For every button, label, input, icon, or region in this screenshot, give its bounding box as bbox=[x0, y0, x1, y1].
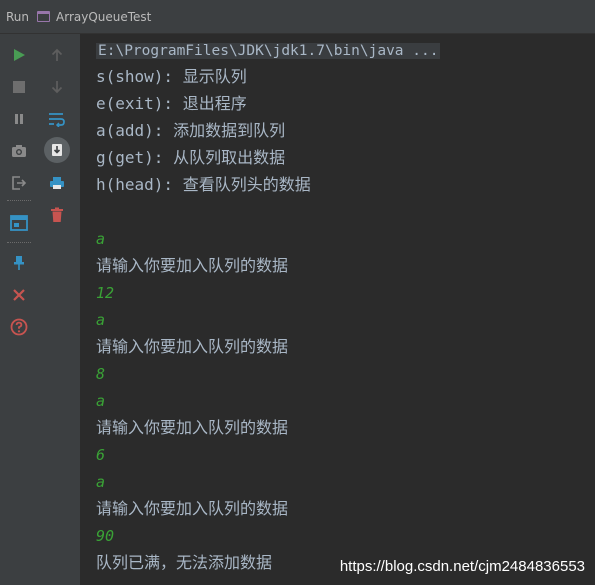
user-input-line: a bbox=[96, 230, 106, 248]
toolbar-separator bbox=[7, 200, 31, 201]
output-line: 请输入你要加入队列的数据 bbox=[96, 418, 289, 437]
run-icon[interactable] bbox=[6, 42, 32, 68]
pause-icon[interactable] bbox=[6, 106, 32, 132]
scroll-to-end-icon[interactable] bbox=[44, 137, 70, 163]
output-line: 请输入你要加入队列的数据 bbox=[96, 337, 289, 356]
console-output[interactable]: E:\ProgramFiles\JDK\jdk1.7\bin\java ... … bbox=[80, 34, 595, 585]
camera-icon[interactable] bbox=[6, 138, 32, 164]
user-input-line: a bbox=[96, 392, 106, 410]
watermark-url: https://blog.csdn.net/cjm2484836553 bbox=[339, 558, 585, 575]
pin-icon[interactable] bbox=[6, 250, 32, 276]
arrow-up-icon[interactable] bbox=[44, 42, 70, 68]
user-input-line: a bbox=[96, 473, 106, 491]
command-line: E:\ProgramFiles\JDK\jdk1.7\bin\java ... bbox=[96, 39, 441, 62]
toolbar-separator bbox=[7, 242, 31, 243]
menu-item: g(get): 从队列取出数据 bbox=[96, 148, 286, 167]
java-command[interactable]: E:\ProgramFiles\JDK\jdk1.7\bin\java ... bbox=[96, 43, 441, 59]
help-icon[interactable] bbox=[6, 314, 32, 340]
menu-item: s(show): 显示队列 bbox=[96, 67, 247, 86]
run-tab-label[interactable]: Run bbox=[6, 10, 29, 24]
user-input-line: 90 bbox=[96, 527, 115, 545]
soft-wrap-icon[interactable] bbox=[44, 106, 70, 132]
user-input-line: 12 bbox=[96, 284, 115, 302]
menu-item: a(add): 添加数据到队列 bbox=[96, 121, 286, 140]
stop-icon[interactable] bbox=[6, 74, 32, 100]
run-tool-window-header: Run ArrayQueueTest bbox=[0, 0, 595, 34]
print-icon[interactable] bbox=[44, 170, 70, 196]
menu-item: e(exit): 退出程序 bbox=[96, 94, 247, 113]
run-toolbar bbox=[0, 34, 80, 585]
user-input-line: a bbox=[96, 311, 106, 329]
output-line: 请输入你要加入队列的数据 bbox=[96, 499, 289, 518]
user-input-line: 8 bbox=[96, 365, 106, 383]
trash-icon[interactable] bbox=[44, 202, 70, 228]
exit-icon[interactable] bbox=[6, 170, 32, 196]
close-icon[interactable] bbox=[6, 282, 32, 308]
output-line: 请输入你要加入队列的数据 bbox=[96, 256, 289, 275]
queue-full-message: 队列已满，无法添加数据 bbox=[96, 553, 273, 572]
arrow-down-icon[interactable] bbox=[44, 74, 70, 100]
menu-item: h(head): 查看队列头的数据 bbox=[96, 175, 311, 194]
user-input-line: 6 bbox=[96, 446, 106, 464]
run-config-tab[interactable]: ArrayQueueTest bbox=[56, 10, 151, 24]
layout-icon[interactable] bbox=[6, 210, 32, 236]
application-icon bbox=[37, 11, 51, 22]
